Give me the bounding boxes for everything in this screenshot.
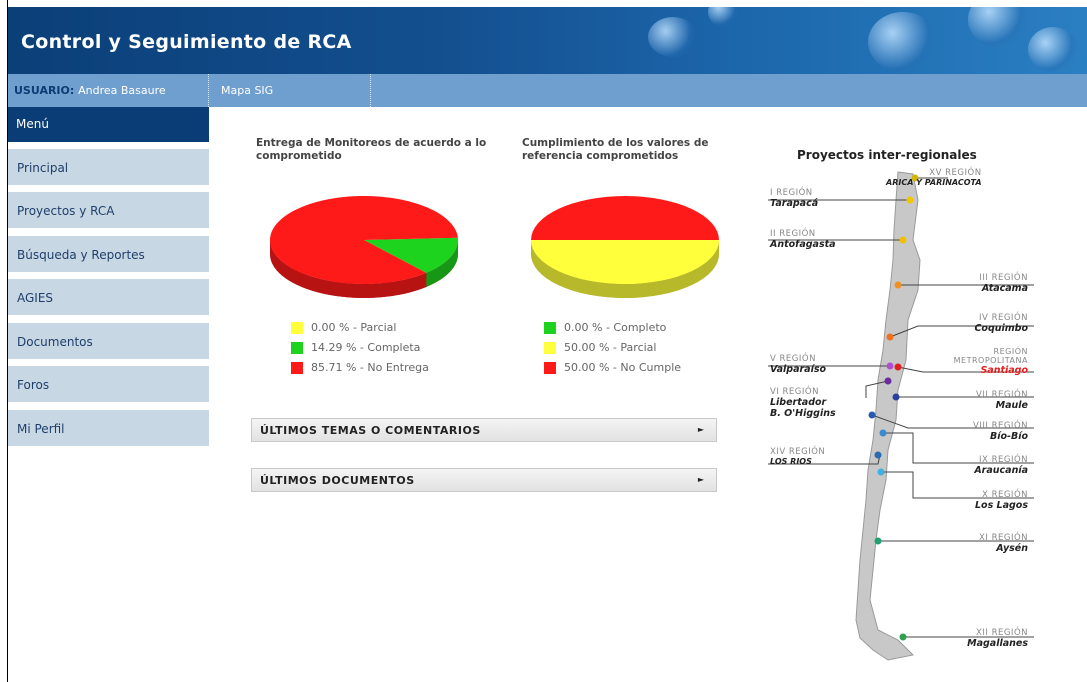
region-name: Valparaíso	[770, 364, 827, 375]
region-viii: VIII REGIÓN Bío-Bío	[958, 421, 1028, 442]
legend-text: 50.00 % - Parcial	[564, 341, 657, 354]
region-x: X REGIÓN Los Lagos	[958, 490, 1028, 511]
chart2-pie	[531, 196, 719, 298]
region-number: XI REGIÓN	[979, 533, 1028, 543]
user-label-text: USUARIO:	[14, 84, 75, 97]
region-number: I REGIÓN	[770, 188, 813, 198]
region-name: LOS RIOS	[770, 457, 812, 466]
legend-swatch	[291, 362, 303, 374]
legend-text: 50.00 % - No Cumple	[564, 361, 682, 374]
region-number: VIII REGIÓN	[973, 421, 1028, 431]
sidebar-item-label: Proyectos y RCA	[17, 204, 115, 218]
region-number: IV REGIÓN	[979, 313, 1028, 323]
legend-text: 14.29 % - Completa	[311, 341, 421, 354]
chile-shape	[855, 171, 921, 661]
region-name: Aysén	[996, 543, 1028, 554]
region-name: Magallanes	[967, 638, 1028, 649]
user-name: Andrea Basaure	[78, 84, 166, 97]
sidebar-item-perfil[interactable]: Mi Perfil	[8, 410, 209, 446]
region-vii: VII REGIÓN Maule	[958, 390, 1028, 411]
legend-text: 0.00 % - Completo	[564, 321, 667, 334]
region-name: Atacama	[981, 283, 1028, 294]
region-number: REGIÓN METROPOLITANA	[953, 347, 1028, 365]
region-name: Los Lagos	[975, 500, 1028, 511]
sidebar-item-label: Documentos	[17, 335, 93, 349]
app-header: Control y Seguimiento de RCA	[8, 7, 1087, 74]
region-iii: III REGIÓN Atacama	[968, 273, 1028, 294]
sidebar-item-foros[interactable]: Foros	[8, 366, 209, 402]
region-name: Maule	[995, 400, 1028, 411]
region-number: XII REGIÓN	[976, 628, 1028, 638]
region-name: Antofagasta	[770, 239, 836, 250]
app-frame: Control y Seguimiento de RCA USUARIO: An…	[8, 0, 1087, 682]
legend-swatch	[544, 362, 556, 374]
region-number: III REGIÓN	[979, 273, 1028, 283]
latest-topics-label: ÚLTIMOS TEMAS O COMENTARIOS	[260, 424, 481, 437]
sidebar-item-label: Mi Perfil	[17, 422, 65, 436]
sidebar-header: Menú	[8, 107, 209, 142]
region-number: V REGIÓN	[770, 354, 816, 364]
latest-topics-bar[interactable]: ÚLTIMOS TEMAS O COMENTARIOS ►	[251, 418, 717, 442]
sidebar-header-label: Menú	[16, 117, 49, 131]
sidebar-item-busqueda[interactable]: Búsqueda y Reportes	[8, 236, 209, 272]
chart1-title: Entrega de Monitoreos de acuerdo a lo co…	[256, 137, 487, 162]
region-xi: XI REGIÓN Aysén	[958, 533, 1028, 554]
region-number: VII REGIÓN	[976, 390, 1028, 400]
sidebar-item-label: Búsqueda y Reportes	[17, 248, 145, 262]
legend-text: 85.71 % - No Entrega	[311, 361, 429, 374]
region-number: IX REGIÓN	[979, 455, 1028, 465]
region-i: I REGIÓN Tarapacá	[770, 188, 818, 209]
region-xiv: XIV REGIÓN LOS RIOS	[770, 447, 825, 466]
region-xii: XII REGIÓN Magallanes	[948, 628, 1028, 649]
sidebar-item-proyectos[interactable]: Proyectos y RCA	[8, 192, 209, 228]
mapa-sig-link[interactable]: Mapa SIG	[221, 84, 273, 97]
legend-swatch	[291, 322, 303, 334]
sidebar-item-label: Foros	[17, 378, 50, 392]
region-name: ARICA Y PARINACOTA	[886, 178, 982, 187]
region-name: Araucanía	[974, 465, 1028, 476]
region-name: Coquimbo	[974, 323, 1028, 334]
user-bar: USUARIO: Andrea Basaure Mapa SIG	[8, 74, 1087, 107]
latest-documents-bar[interactable]: ÚLTIMOS DOCUMENTOS ►	[251, 468, 717, 492]
region-number: X REGIÓN	[982, 490, 1028, 500]
pie-slice-no-cumple	[531, 196, 719, 240]
region-name: Libertador B. O'Higgins	[770, 397, 836, 419]
expand-arrow-icon: ►	[697, 475, 704, 484]
sidebar-item-label: AGIES	[17, 291, 54, 305]
region-ix: IX REGIÓN Araucanía	[958, 455, 1028, 476]
legend-swatch	[291, 342, 303, 354]
latest-documents-label: ÚLTIMOS DOCUMENTOS	[260, 474, 415, 487]
region-rm: REGIÓN METROPOLITANA Santiago	[938, 347, 1028, 376]
bar-separator	[370, 74, 372, 107]
sidebar-item-documentos[interactable]: Documentos	[8, 323, 209, 359]
sidebar-item-label: Principal	[17, 161, 69, 175]
region-name: Tarapacá	[770, 198, 819, 209]
user-label: USUARIO: Andrea Basaure	[14, 84, 166, 97]
region-number: VI REGIÓN	[770, 387, 819, 397]
region-xv: XV REGIÓN ARICA Y PARINACOTA	[886, 168, 982, 187]
region-number: XIV REGIÓN	[770, 447, 826, 457]
sidebar-item-agies[interactable]: AGIES	[8, 279, 209, 315]
region-name: Bío-Bío	[990, 431, 1028, 442]
region-number: XV REGIÓN	[929, 168, 982, 178]
legend-text: 0.00 % - Parcial	[311, 321, 397, 334]
sidebar-item-principal[interactable]: Principal	[8, 149, 209, 185]
legend-swatch	[544, 322, 556, 334]
app-title: Control y Seguimiento de RCA	[21, 31, 352, 53]
user-cell: USUARIO: Andrea Basaure	[8, 74, 209, 107]
expand-arrow-icon: ►	[697, 425, 704, 434]
region-ii: II REGIÓN Antofagasta	[770, 229, 836, 250]
chart2-title: Cumplimiento de los valores de referenci…	[522, 137, 709, 162]
region-number: II REGIÓN	[770, 229, 816, 239]
region-v: V REGIÓN Valparaíso	[770, 354, 826, 375]
legend-swatch	[544, 342, 556, 354]
region-vi: VI REGIÓN Libertador B. O'Higgins	[770, 387, 840, 419]
chart1-pie	[269, 196, 458, 298]
region-iv: IV REGIÓN Coquimbo	[968, 313, 1028, 334]
region-name: Santiago	[980, 365, 1028, 376]
